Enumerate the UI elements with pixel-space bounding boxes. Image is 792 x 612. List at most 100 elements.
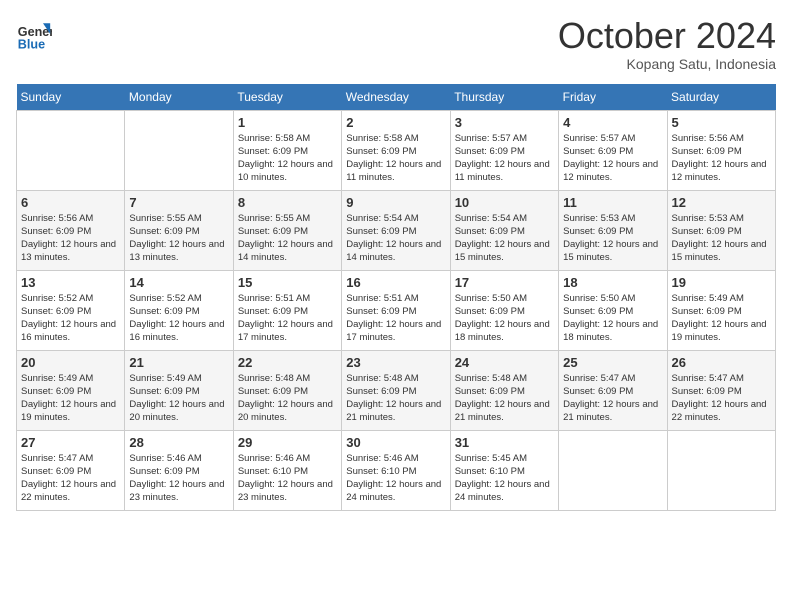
calendar-cell: 21 Sunrise: 5:49 AM Sunset: 6:09 PM Dayli… bbox=[125, 350, 233, 430]
day-number: 17 bbox=[455, 275, 554, 290]
day-info: Sunrise: 5:51 AM Sunset: 6:09 PM Dayligh… bbox=[238, 292, 337, 345]
calendar-header: SundayMondayTuesdayWednesdayThursdayFrid… bbox=[17, 84, 776, 111]
calendar-cell: 5 Sunrise: 5:56 AM Sunset: 6:09 PM Daylig… bbox=[667, 110, 775, 190]
day-of-week-header: Monday bbox=[125, 84, 233, 111]
day-info: Sunrise: 5:56 AM Sunset: 6:09 PM Dayligh… bbox=[21, 212, 120, 265]
day-number: 9 bbox=[346, 195, 445, 210]
calendar-cell: 12Sunrise: 5:53 AM Sunset: 6:09 PM Dayli… bbox=[667, 190, 775, 270]
day-number: 10 bbox=[455, 195, 554, 210]
day-of-week-header: Friday bbox=[559, 84, 667, 111]
day-of-week-header: Thursday bbox=[450, 84, 558, 111]
calendar-cell: 22 Sunrise: 5:48 AM Sunset: 6:09 PM Dayli… bbox=[233, 350, 341, 430]
logo-icon: General Blue bbox=[16, 16, 52, 52]
day-info: Sunrise: 5:50 AM Sunset: 6:09 PM Dayligh… bbox=[455, 292, 554, 345]
calendar-cell bbox=[667, 430, 775, 510]
logo: General Blue bbox=[16, 16, 52, 52]
calendar-cell: 26Sunrise: 5:47 AM Sunset: 6:09 PM Dayli… bbox=[667, 350, 775, 430]
calendar-cell: 28 Sunrise: 5:46 AM Sunset: 6:09 PM Dayli… bbox=[125, 430, 233, 510]
day-of-week-header: Wednesday bbox=[342, 84, 450, 111]
calendar-cell: 25Sunrise: 5:47 AM Sunset: 6:09 PM Dayli… bbox=[559, 350, 667, 430]
calendar-cell bbox=[17, 110, 125, 190]
day-of-week-header: Sunday bbox=[17, 84, 125, 111]
day-number: 4 bbox=[563, 115, 662, 130]
calendar-cell: 6 Sunrise: 5:56 AM Sunset: 6:09 PM Daylig… bbox=[17, 190, 125, 270]
svg-text:Blue: Blue bbox=[18, 37, 45, 51]
day-info: Sunrise: 5:52 AM Sunset: 6:09 PM Dayligh… bbox=[21, 292, 120, 345]
day-info: Sunrise: 5:47 AM Sunset: 6:09 PM Dayligh… bbox=[21, 452, 120, 505]
day-number: 1 bbox=[238, 115, 337, 130]
day-number: 5 bbox=[672, 115, 771, 130]
day-number: 30 bbox=[346, 435, 445, 450]
day-info: Sunrise: 5:49 AM Sunset: 6:09 PM Dayligh… bbox=[21, 372, 120, 425]
day-number: 2 bbox=[346, 115, 445, 130]
day-number: 15 bbox=[238, 275, 337, 290]
calendar-body: 1 Sunrise: 5:58 AM Sunset: 6:09 PM Daylig… bbox=[17, 110, 776, 510]
day-info: Sunrise: 5:56 AM Sunset: 6:09 PM Dayligh… bbox=[672, 132, 771, 185]
day-number: 3 bbox=[455, 115, 554, 130]
calendar-cell: 19Sunrise: 5:49 AM Sunset: 6:09 PM Dayli… bbox=[667, 270, 775, 350]
calendar-cell: 13 Sunrise: 5:52 AM Sunset: 6:09 PM Dayli… bbox=[17, 270, 125, 350]
day-info: Sunrise: 5:49 AM Sunset: 6:09 PM Dayligh… bbox=[129, 372, 228, 425]
calendar-cell: 27 Sunrise: 5:47 AM Sunset: 6:09 PM Dayli… bbox=[17, 430, 125, 510]
day-info: Sunrise: 5:53 AM Sunset: 6:09 PM Dayligh… bbox=[672, 212, 771, 265]
calendar-cell: 7 Sunrise: 5:55 AM Sunset: 6:09 PM Daylig… bbox=[125, 190, 233, 270]
calendar-cell: 30 Sunrise: 5:46 AM Sunset: 6:10 PM Dayli… bbox=[342, 430, 450, 510]
day-info: Sunrise: 5:46 AM Sunset: 6:09 PM Dayligh… bbox=[129, 452, 228, 505]
month-title: October 2024 bbox=[558, 16, 776, 56]
day-info: Sunrise: 5:55 AM Sunset: 6:09 PM Dayligh… bbox=[238, 212, 337, 265]
day-number: 8 bbox=[238, 195, 337, 210]
title-block: October 2024 Kopang Satu, Indonesia bbox=[558, 16, 776, 72]
day-info: Sunrise: 5:47 AM Sunset: 6:09 PM Dayligh… bbox=[672, 372, 771, 425]
calendar-cell: 20 Sunrise: 5:49 AM Sunset: 6:09 PM Dayli… bbox=[17, 350, 125, 430]
day-number: 16 bbox=[346, 275, 445, 290]
calendar-cell: 9 Sunrise: 5:54 AM Sunset: 6:09 PM Daylig… bbox=[342, 190, 450, 270]
calendar-cell bbox=[559, 430, 667, 510]
calendar-table: SundayMondayTuesdayWednesdayThursdayFrid… bbox=[16, 84, 776, 511]
day-info: Sunrise: 5:55 AM Sunset: 6:09 PM Dayligh… bbox=[129, 212, 228, 265]
calendar-cell: 10 Sunrise: 5:54 AM Sunset: 6:09 PM Dayli… bbox=[450, 190, 558, 270]
day-info: Sunrise: 5:58 AM Sunset: 6:09 PM Dayligh… bbox=[238, 132, 337, 185]
day-info: Sunrise: 5:47 AM Sunset: 6:09 PM Dayligh… bbox=[563, 372, 662, 425]
day-number: 29 bbox=[238, 435, 337, 450]
day-info: Sunrise: 5:51 AM Sunset: 6:09 PM Dayligh… bbox=[346, 292, 445, 345]
calendar-cell: 3Sunrise: 5:57 AM Sunset: 6:09 PM Daylig… bbox=[450, 110, 558, 190]
day-info: Sunrise: 5:52 AM Sunset: 6:09 PM Dayligh… bbox=[129, 292, 228, 345]
day-number: 27 bbox=[21, 435, 120, 450]
day-info: Sunrise: 5:58 AM Sunset: 6:09 PM Dayligh… bbox=[346, 132, 445, 185]
calendar-cell: 24Sunrise: 5:48 AM Sunset: 6:09 PM Dayli… bbox=[450, 350, 558, 430]
day-info: Sunrise: 5:45 AM Sunset: 6:10 PM Dayligh… bbox=[455, 452, 554, 505]
day-number: 28 bbox=[129, 435, 228, 450]
calendar-cell bbox=[125, 110, 233, 190]
day-number: 6 bbox=[21, 195, 120, 210]
calendar-cell: 11Sunrise: 5:53 AM Sunset: 6:09 PM Dayli… bbox=[559, 190, 667, 270]
day-info: Sunrise: 5:54 AM Sunset: 6:09 PM Dayligh… bbox=[346, 212, 445, 265]
day-info: Sunrise: 5:46 AM Sunset: 6:10 PM Dayligh… bbox=[346, 452, 445, 505]
day-number: 21 bbox=[129, 355, 228, 370]
day-number: 31 bbox=[455, 435, 554, 450]
day-number: 23 bbox=[346, 355, 445, 370]
calendar-cell: 16 Sunrise: 5:51 AM Sunset: 6:09 PM Dayli… bbox=[342, 270, 450, 350]
day-info: Sunrise: 5:57 AM Sunset: 6:09 PM Dayligh… bbox=[563, 132, 662, 185]
day-info: Sunrise: 5:48 AM Sunset: 6:09 PM Dayligh… bbox=[238, 372, 337, 425]
calendar-cell: 2 Sunrise: 5:58 AM Sunset: 6:09 PM Daylig… bbox=[342, 110, 450, 190]
day-info: Sunrise: 5:46 AM Sunset: 6:10 PM Dayligh… bbox=[238, 452, 337, 505]
calendar-cell: 18 Sunrise: 5:50 AM Sunset: 6:09 PM Dayli… bbox=[559, 270, 667, 350]
day-of-week-header: Tuesday bbox=[233, 84, 341, 111]
day-number: 7 bbox=[129, 195, 228, 210]
day-number: 20 bbox=[21, 355, 120, 370]
day-of-week-header: Saturday bbox=[667, 84, 775, 111]
day-number: 11 bbox=[563, 195, 662, 210]
day-info: Sunrise: 5:50 AM Sunset: 6:09 PM Dayligh… bbox=[563, 292, 662, 345]
day-number: 18 bbox=[563, 275, 662, 290]
day-number: 19 bbox=[672, 275, 771, 290]
day-info: Sunrise: 5:54 AM Sunset: 6:09 PM Dayligh… bbox=[455, 212, 554, 265]
day-info: Sunrise: 5:48 AM Sunset: 6:09 PM Dayligh… bbox=[346, 372, 445, 425]
calendar-cell: 23 Sunrise: 5:48 AM Sunset: 6:09 PM Dayli… bbox=[342, 350, 450, 430]
calendar-cell: 14Sunrise: 5:52 AM Sunset: 6:09 PM Dayli… bbox=[125, 270, 233, 350]
day-number: 13 bbox=[21, 275, 120, 290]
calendar-cell: 29 Sunrise: 5:46 AM Sunset: 6:10 PM Dayli… bbox=[233, 430, 341, 510]
calendar-cell: 15 Sunrise: 5:51 AM Sunset: 6:09 PM Dayli… bbox=[233, 270, 341, 350]
day-number: 24 bbox=[455, 355, 554, 370]
day-number: 22 bbox=[238, 355, 337, 370]
calendar-cell: 4 Sunrise: 5:57 AM Sunset: 6:09 PM Daylig… bbox=[559, 110, 667, 190]
